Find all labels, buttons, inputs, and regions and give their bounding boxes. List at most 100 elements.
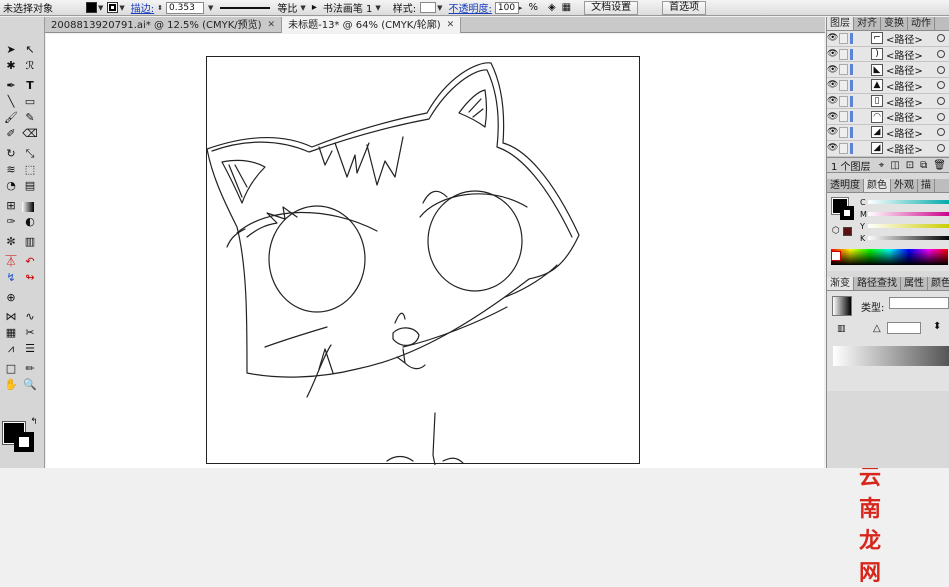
layer-row[interactable]: 👁) <路径> xyxy=(827,46,949,63)
line-segment-icon[interactable]: ╲ xyxy=(3,95,19,109)
stroke-weight-input[interactable]: 0.353 xyxy=(166,1,205,14)
tab-swatches[interactable]: 颜色 xyxy=(928,277,949,290)
blend-icon[interactable]: ◐ xyxy=(22,215,38,229)
tab-transform[interactable]: 变换 xyxy=(881,17,908,30)
tab-document-2[interactable]: 未标题-13* @ 64% (CMYK/轮廓) ✕ xyxy=(282,17,462,33)
tab-document-1[interactable]: 2008813920791.ai* @ 12.5% (CMYK/预览) ✕ xyxy=(45,17,283,33)
slider-k[interactable]: K xyxy=(860,232,949,244)
free-transform-icon[interactable]: ⬚ xyxy=(22,163,38,177)
slider-y[interactable]: Y xyxy=(860,220,949,232)
tab-stroke[interactable]: 描 xyxy=(918,179,935,192)
stepper-icon[interactable]: ⬍ xyxy=(157,4,163,12)
close-icon[interactable]: ✕ xyxy=(268,18,276,33)
chevron-down-icon[interactable]: ▼ xyxy=(98,4,103,12)
last-color-swatch[interactable] xyxy=(843,227,852,236)
chevron-down-icon[interactable]: ▼ xyxy=(437,4,442,12)
lock-toggle[interactable] xyxy=(839,111,848,123)
magic-wand-icon[interactable]: ✱ xyxy=(3,59,19,73)
gradient-swatch[interactable] xyxy=(832,296,852,316)
tab-align[interactable]: 对齐 xyxy=(854,17,881,30)
artboard-icon[interactable]: ↯ xyxy=(3,271,19,285)
lock-toggle[interactable] xyxy=(839,95,848,107)
style-swatch[interactable] xyxy=(420,2,437,13)
slider-m[interactable]: M xyxy=(860,208,949,220)
new-sublayer-icon[interactable]: ⊡ xyxy=(903,160,917,171)
opacity-input[interactable]: 100 xyxy=(494,1,519,14)
lock-toggle[interactable] xyxy=(839,32,848,44)
lock-toggle[interactable] xyxy=(839,142,848,154)
new-layer-icon[interactable]: ⧉ xyxy=(917,160,930,171)
grid-icon[interactable]: ▦ xyxy=(3,326,19,340)
rotate-icon[interactable]: ↻ xyxy=(3,147,19,161)
locate-object-icon[interactable]: ⌖ xyxy=(876,160,888,171)
layer-row[interactable]: 👁 ◢ <路径> xyxy=(827,125,949,141)
target-icon[interactable] xyxy=(937,34,945,43)
delete-icon[interactable]: 🗑 xyxy=(930,160,949,171)
twirl-icon[interactable]: ∿ xyxy=(22,310,38,324)
eraser-icon[interactable]: ⌫ xyxy=(22,127,38,141)
scale-icon[interactable]: ⤡ xyxy=(22,147,38,161)
gradient-icon[interactable] xyxy=(22,202,34,212)
tab-transparency[interactable]: 透明度 xyxy=(827,179,864,192)
tab-attributes[interactable]: 属性 xyxy=(901,277,928,290)
eye-icon[interactable]: 👁 xyxy=(827,127,838,137)
hand-icon[interactable]: ✋ xyxy=(3,378,19,392)
chart-icon[interactable]: ⩘ xyxy=(3,342,19,356)
symbol-sprayer-icon[interactable]: ✼ xyxy=(3,235,19,249)
close-icon[interactable]: ✕ xyxy=(447,18,455,33)
zoom-icon[interactable]: 🔍 xyxy=(22,378,38,392)
live-paint-select-icon[interactable]: ↶ xyxy=(22,255,38,269)
opacity-label[interactable]: 不透明度: xyxy=(446,0,495,15)
perspective-icon[interactable]: ▤ xyxy=(22,179,38,193)
selection-arrow-icon[interactable]: ➤ xyxy=(3,43,19,57)
gradient-slider[interactable] xyxy=(833,346,949,366)
pen-icon[interactable]: ✒ xyxy=(3,79,19,93)
eye-icon[interactable]: 👁 xyxy=(827,112,838,122)
target-icon[interactable] xyxy=(937,97,945,106)
align-icon[interactable]: ▦ xyxy=(559,2,574,13)
rectangle-icon[interactable]: ▭ xyxy=(22,95,38,109)
slider-c[interactable]: C xyxy=(860,196,949,208)
tab-layers[interactable]: 图层 xyxy=(827,17,854,30)
eye-icon[interactable]: 👁 xyxy=(827,143,838,153)
layer-row[interactable]: 👁 ▯ <路径> xyxy=(827,93,949,110)
warp-icon[interactable]: ⋈ xyxy=(3,310,19,324)
brush-definition[interactable]: 书法画笔 1 xyxy=(320,0,376,15)
crosshair-icon[interactable]: ⊕ xyxy=(3,291,19,305)
target-icon[interactable] xyxy=(937,65,945,74)
target-icon[interactable] xyxy=(937,112,945,121)
layer-row[interactable]: 👁 ◣ <路径> xyxy=(827,62,949,79)
target-icon[interactable] xyxy=(937,50,945,59)
blob-brush-icon[interactable]: ✐ xyxy=(3,127,19,141)
column-graph-icon[interactable]: ▥ xyxy=(22,235,38,249)
eye-icon[interactable]: 👁 xyxy=(827,49,838,59)
pencil-icon[interactable]: ✎ xyxy=(22,111,38,125)
mesh-icon[interactable]: ⊞ xyxy=(3,199,19,213)
pen-alt-icon[interactable]: ✏ xyxy=(22,362,38,376)
tab-pathfinder[interactable]: 路径查找 xyxy=(854,277,901,290)
stroke-profile-line[interactable] xyxy=(220,6,271,9)
swap-arrow-icon[interactable]: ↰ xyxy=(26,415,42,429)
layer-row[interactable]: 👁 ▲ <路径> xyxy=(827,78,949,94)
shape-builder-icon[interactable]: ◔ xyxy=(3,179,19,193)
recolor-icon[interactable]: ◈ xyxy=(545,2,559,13)
eye-icon[interactable]: 👁 xyxy=(827,33,838,43)
chevron-down-icon[interactable]: ▼ xyxy=(119,4,124,12)
target-icon[interactable] xyxy=(937,81,945,90)
width-icon[interactable]: ≋ xyxy=(3,163,19,177)
tab-appearance[interactable]: 外观 xyxy=(891,179,918,192)
eye-icon[interactable]: 👁 xyxy=(827,80,838,90)
profile-label[interactable]: 等比 xyxy=(274,0,300,15)
stroke-color-box[interactable] xyxy=(14,432,34,452)
stroke-swatch[interactable] xyxy=(107,2,119,13)
tab-actions[interactable]: 动作 xyxy=(908,17,935,30)
cube-icon[interactable]: ⬡ xyxy=(832,226,840,236)
lock-toggle[interactable] xyxy=(839,126,848,138)
stroke-gradient-icon[interactable]: ▥ xyxy=(837,324,846,334)
eye-icon[interactable]: 👁 xyxy=(827,65,838,75)
brush-arrow-icon[interactable]: ▸ xyxy=(309,2,320,13)
chevron-down-icon[interactable]: ▼ xyxy=(300,4,305,12)
color-spectrum[interactable] xyxy=(831,249,948,265)
fill-swatch[interactable] xyxy=(86,2,97,13)
angle-stepper-icon[interactable]: ⬍ xyxy=(933,321,941,332)
